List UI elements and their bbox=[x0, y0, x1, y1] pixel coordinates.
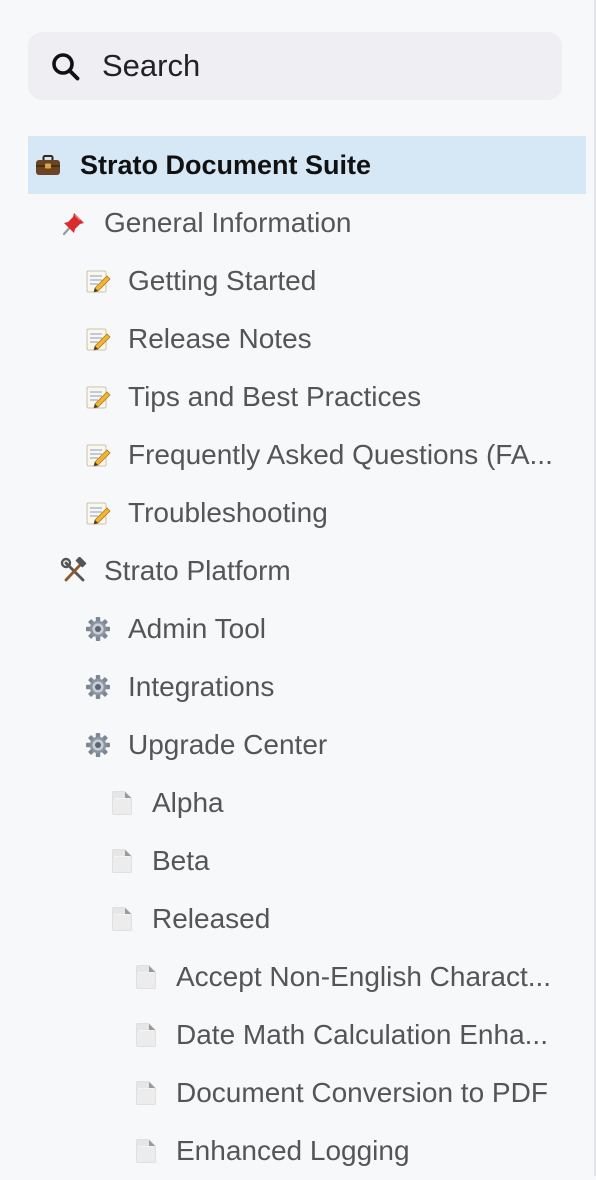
tree-item-label: Troubleshooting bbox=[128, 497, 328, 528]
tree-item-label: Strato Document Suite bbox=[80, 150, 372, 180]
tree-item[interactable]: Release Notes bbox=[0, 310, 586, 368]
gear-icon bbox=[84, 673, 112, 701]
tree-item[interactable]: Strato Platform bbox=[0, 542, 586, 600]
tree-item[interactable]: General Information bbox=[0, 194, 586, 252]
memo-icon bbox=[84, 499, 112, 527]
tree-item-label: General Information bbox=[104, 207, 352, 238]
tree-item-label: Alpha bbox=[152, 787, 224, 818]
tree-item[interactable]: Document Conversion to PDF bbox=[0, 1064, 586, 1122]
tree-item[interactable]: Released bbox=[0, 890, 586, 948]
tree-item-label: Enhanced Logging bbox=[176, 1135, 410, 1166]
navigation-tree: Strato Document Suite General Information… bbox=[0, 136, 586, 1180]
hammer-wrench-icon bbox=[60, 557, 88, 585]
tree-item-label: Upgrade Center bbox=[128, 729, 328, 760]
memo-icon bbox=[84, 383, 112, 411]
page-icon bbox=[132, 1079, 160, 1107]
search-input[interactable] bbox=[102, 32, 542, 100]
tree-item-label: Date Math Calculation Enha... bbox=[176, 1019, 548, 1050]
tree-item[interactable]: Date Math Calculation Enha... bbox=[0, 1006, 586, 1064]
tree-item[interactable]: Tips and Best Practices bbox=[0, 368, 586, 426]
tree-item[interactable]: Integrations bbox=[0, 658, 586, 716]
tree-item[interactable]: Beta bbox=[0, 832, 586, 890]
tree-item-label: Tips and Best Practices bbox=[128, 381, 422, 412]
gear-icon bbox=[84, 615, 112, 643]
tree-item-label: Strato Platform bbox=[104, 555, 291, 586]
pushpin-icon bbox=[60, 209, 88, 237]
tree-item[interactable]: Strato Document Suite bbox=[28, 136, 586, 194]
tree-item[interactable]: Enhanced Logging bbox=[0, 1122, 586, 1180]
page-icon bbox=[108, 847, 136, 875]
tree-item[interactable]: Upgrade Center bbox=[0, 716, 586, 774]
tree-item-label: Document Conversion to PDF bbox=[176, 1077, 548, 1108]
tree-item-label: Integrations bbox=[128, 671, 275, 702]
tree-item-label: Accept Non-English Charact... bbox=[176, 961, 552, 992]
briefcase-icon bbox=[34, 151, 62, 179]
tree-item[interactable]: Admin Tool bbox=[0, 600, 586, 658]
tree-item-label: Beta bbox=[152, 845, 210, 876]
search-box[interactable] bbox=[28, 32, 562, 100]
gear-icon bbox=[84, 731, 112, 759]
memo-icon bbox=[84, 267, 112, 295]
page-icon bbox=[132, 963, 160, 991]
tree-item-label: Released bbox=[152, 903, 271, 934]
page-icon bbox=[132, 1021, 160, 1049]
search-icon bbox=[52, 53, 80, 81]
memo-icon bbox=[84, 441, 112, 469]
tree-item-label: Admin Tool bbox=[128, 613, 267, 644]
tree-item[interactable]: Getting Started bbox=[0, 252, 586, 310]
page-icon bbox=[132, 1137, 160, 1165]
tree-item[interactable]: Frequently Asked Questions (FA... bbox=[0, 426, 586, 484]
tree-item-label: Release Notes bbox=[128, 323, 312, 354]
tree-item[interactable]: Troubleshooting bbox=[0, 484, 586, 542]
page-icon bbox=[108, 789, 136, 817]
tree-item-label: Getting Started bbox=[128, 265, 317, 296]
tree-item[interactable]: Accept Non-English Charact... bbox=[0, 948, 586, 1006]
page-icon bbox=[108, 905, 136, 933]
memo-icon bbox=[84, 325, 112, 353]
tree-item-label: Frequently Asked Questions (FA... bbox=[128, 439, 553, 470]
tree-item[interactable]: Alpha bbox=[0, 774, 586, 832]
